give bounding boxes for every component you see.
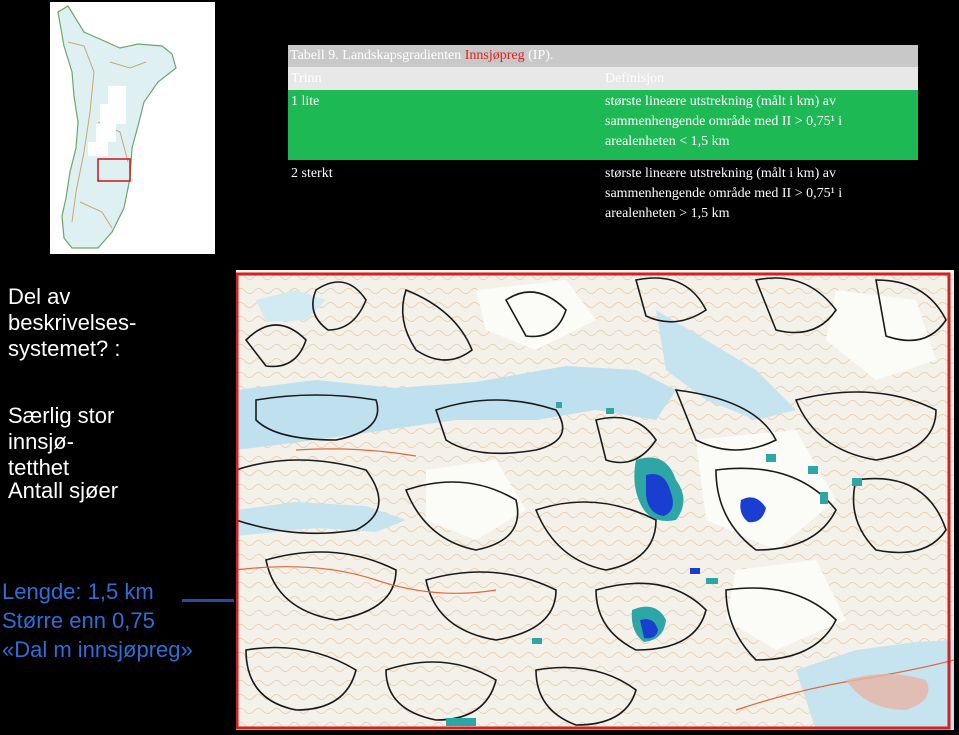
- column-header-definition: Definisjon: [605, 71, 665, 86]
- table-header-row: Trinn Definisjon: [288, 67, 918, 90]
- definition-line: arealenheten < 1,5 km: [605, 134, 730, 149]
- column-header-step: Trinn: [291, 71, 322, 86]
- feature-text: Særlig stor innsjø- tetthet Antall sjøer: [8, 403, 119, 503]
- definition-cell: største lineære utstrekning (målt i km) …: [605, 92, 918, 160]
- criteria-line: Større enn 0,75: [2, 608, 155, 633]
- definition-line: største lineære utstrekning (målt i km) …: [605, 94, 836, 109]
- feature-line: Antall sjøer: [8, 478, 119, 503]
- question-line: beskrivelses-: [8, 310, 137, 335]
- question-text: Del av beskrivelses- systemet? :: [8, 284, 136, 362]
- step-cell: 1 lite: [291, 94, 320, 109]
- criteria-text: Lengde: 1,5 km Større enn 0,75 «Dal m in…: [2, 577, 193, 664]
- table-row: 2 sterkt største lineære utstrekning (må…: [288, 160, 918, 224]
- overview-map-image: [57, 5, 177, 249]
- feature-line: Særlig stor: [8, 403, 115, 428]
- table-caption: Tabell 9. Landskapsgradienten Innsjøpreg…: [288, 45, 918, 67]
- definition-line: sammenhengende område med II > 0,75¹ i: [605, 114, 843, 129]
- definition-table: Tabell 9. Landskapsgradienten Innsjøpreg…: [288, 45, 918, 224]
- question-line: Del av: [8, 284, 71, 309]
- definition-line: største lineære utstrekning (målt i km) …: [605, 166, 836, 181]
- criteria-line: «Dal m innsjøpreg»: [2, 637, 193, 662]
- definition-line: arealenheten > 1,5 km: [605, 206, 730, 221]
- caption-highlight: Innsjøpreg: [464, 48, 525, 63]
- criteria-line: Lengde: 1,5 km: [2, 579, 154, 604]
- question-line: systemet? :: [8, 336, 121, 361]
- definition-line: sammenhengende område med II > 0,75¹ i: [605, 186, 843, 201]
- caption-prefix: Tabell 9. Landskapsgradienten: [290, 48, 465, 63]
- step-cell: 2 sterkt: [291, 166, 333, 181]
- table-row: 1 lite største lineære utstrekning (målt…: [288, 90, 918, 160]
- overview-map: [50, 2, 215, 254]
- feature-line: innsjø-: [8, 429, 75, 454]
- topographic-map-image: [235, 270, 955, 730]
- caption-suffix: (IP).: [524, 48, 554, 63]
- definition-cell: største lineære utstrekning (målt i km) …: [605, 164, 918, 224]
- topographic-map: [235, 270, 955, 730]
- connector-line: [182, 599, 234, 602]
